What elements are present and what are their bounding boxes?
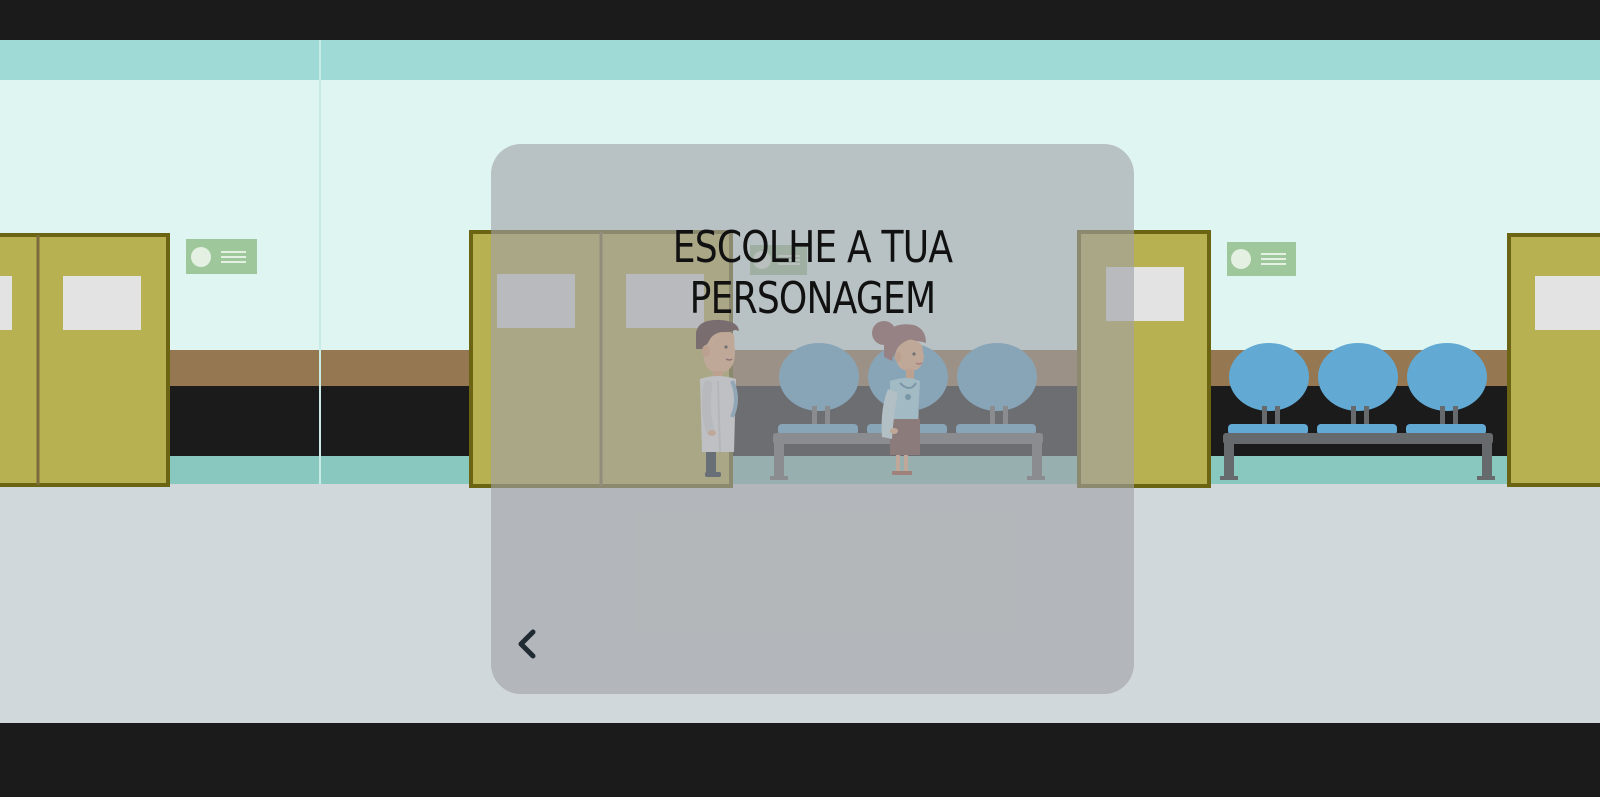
back-button[interactable] (509, 624, 549, 664)
character-select-panel: ESCOLHE A TUA PERSONAGEM (491, 144, 1134, 694)
chevron-left-icon (518, 629, 536, 659)
door-left (0, 233, 170, 487)
wall-sign-3 (1227, 242, 1296, 276)
bottom-letterbox (0, 723, 1600, 797)
hospital-corridor-scene: ESCOLHE A TUA PERSONAGEM (0, 40, 1600, 723)
top-letterbox (0, 0, 1600, 40)
panel-title: ESCOLHE A TUA PERSONAGEM (672, 222, 953, 324)
door-far-right (1507, 233, 1600, 487)
wall-sign-1 (186, 239, 257, 274)
